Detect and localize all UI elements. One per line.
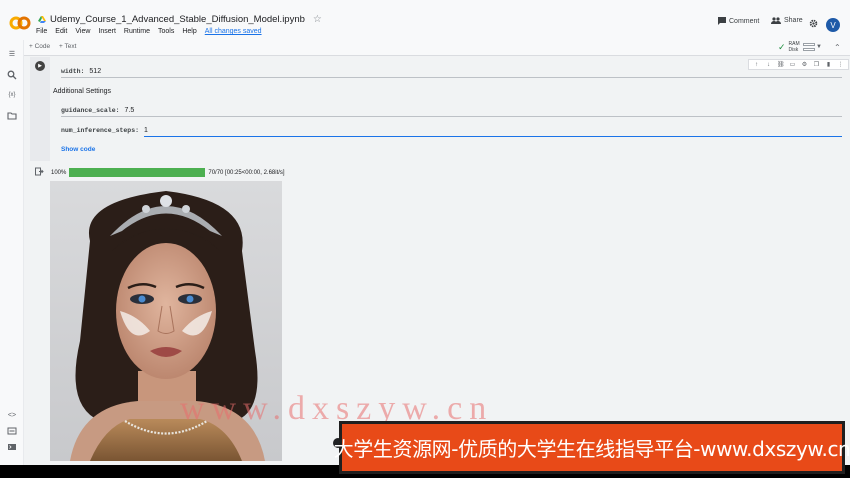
cell-settings-icon[interactable]: ⚙ [801, 61, 808, 68]
colab-logo-icon[interactable] [9, 16, 31, 30]
connected-check-icon: ✓ [778, 41, 786, 52]
steps-label: num_inference_steps: [61, 127, 140, 134]
header: Udemy_Course_1_Advanced_Stable_Diffusion… [0, 0, 850, 40]
resource-monitor[interactable]: ✓ RAM Disk [778, 41, 815, 53]
steps-underline [144, 136, 842, 137]
progress-bar-fill [69, 168, 206, 177]
menu-view[interactable]: View [75, 28, 90, 35]
watermark-banner: 大学生资源网-优质的大学生在线指导平台-www.dxszyw.cn [334, 421, 850, 474]
output-menu-icon[interactable] [35, 167, 44, 176]
steps-param: num_inference_steps: 1 [61, 127, 148, 134]
link-icon[interactable]: ⛓ [777, 61, 785, 68]
variables-icon[interactable]: {x} [7, 90, 17, 100]
terminal-icon[interactable] [7, 442, 17, 452]
progress-output: 100% 70/70 [00:25<00:00, 2.68it/s] [51, 168, 285, 177]
guidance-underline [61, 116, 842, 117]
comment-label: Comment [729, 17, 760, 25]
add-text-button[interactable]: + Text [59, 43, 76, 50]
folder-icon[interactable] [7, 111, 17, 121]
guidance-param: guidance_scale: 7.5 [61, 107, 134, 114]
show-code-link[interactable]: Show code [61, 146, 95, 153]
drive-icon [38, 16, 46, 23]
disk-label: Disk [788, 47, 799, 53]
width-underline [61, 77, 842, 78]
runtime-dropdown-icon[interactable]: ▼ [816, 44, 822, 50]
account-avatar[interactable]: V [826, 18, 840, 32]
people-icon [771, 17, 781, 24]
banner-text: 大学生资源网-优质的大学生在线指导平台-www.dxszyw.cn [333, 437, 850, 461]
star-icon[interactable]: ☆ [313, 14, 322, 25]
ram-bar [802, 43, 815, 46]
menu-tools[interactable]: Tools [158, 28, 174, 35]
move-down-icon[interactable]: ↓ [765, 62, 772, 68]
comment-cell-icon[interactable]: ▭ [789, 61, 796, 68]
width-label: width: [61, 68, 85, 75]
menu-runtime[interactable]: Runtime [124, 28, 150, 35]
menu-edit[interactable]: Edit [55, 28, 67, 35]
share-label: Share [784, 17, 803, 24]
form-cell[interactable]: ▶ ↑ ↓ ⛓ ▭ ⚙ ❐ ▮ ⋮ width: 512 Additional … [30, 57, 849, 161]
delete-cell-icon[interactable]: ▮ [825, 61, 832, 68]
guidance-input[interactable]: 7.5 [125, 107, 135, 114]
steps-input[interactable]: 1 [144, 127, 148, 134]
disk-bar [802, 48, 815, 51]
move-up-icon[interactable]: ↑ [753, 62, 760, 68]
settings-gear-icon[interactable] [809, 19, 818, 28]
progress-bar [69, 168, 206, 177]
run-cell-button[interactable]: ▶ [35, 61, 45, 71]
code-snippets-icon[interactable]: <> [7, 410, 17, 420]
notebook-title[interactable]: Udemy_Course_1_Advanced_Stable_Diffusion… [50, 14, 305, 25]
notebook-toolbar: + Code + Text ✓ RAM Disk ▼ ⌃ [0, 40, 850, 56]
guidance-label: guidance_scale: [61, 107, 120, 114]
more-options-icon[interactable]: ⋮ [837, 61, 844, 68]
add-code-button[interactable]: + Code [29, 43, 50, 50]
menu-help[interactable]: Help [182, 28, 196, 35]
progress-stats: 70/70 [00:25<00:00, 2.68it/s] [208, 169, 285, 176]
section-heading: Additional Settings [53, 88, 111, 95]
menu-insert[interactable]: Insert [98, 28, 116, 35]
search-icon[interactable] [7, 70, 17, 80]
width-input[interactable]: 512 [89, 68, 101, 75]
comment-button[interactable]: Comment [718, 17, 759, 25]
menu-file[interactable]: File [36, 28, 47, 35]
progress-percent: 100% [51, 169, 67, 176]
width-param: width: 512 [61, 68, 101, 75]
cell-toolbar: ↑ ↓ ⛓ ▭ ⚙ ❐ ▮ ⋮ [748, 59, 849, 70]
command-palette-icon[interactable] [7, 426, 17, 436]
mirror-cell-icon[interactable]: ❐ [813, 61, 820, 68]
menu-bar: File Edit View Insert Runtime Tools Help… [36, 28, 262, 35]
cell-gutter: ▶ [30, 57, 50, 161]
collapse-header-icon[interactable]: ⌃ [834, 43, 841, 52]
saved-status-link[interactable]: All changes saved [205, 28, 262, 35]
share-button[interactable]: Share [771, 17, 803, 24]
comment-icon [718, 17, 726, 25]
left-sidebar: ☰ {x} <> [0, 40, 24, 465]
toc-icon[interactable]: ☰ [7, 49, 17, 59]
